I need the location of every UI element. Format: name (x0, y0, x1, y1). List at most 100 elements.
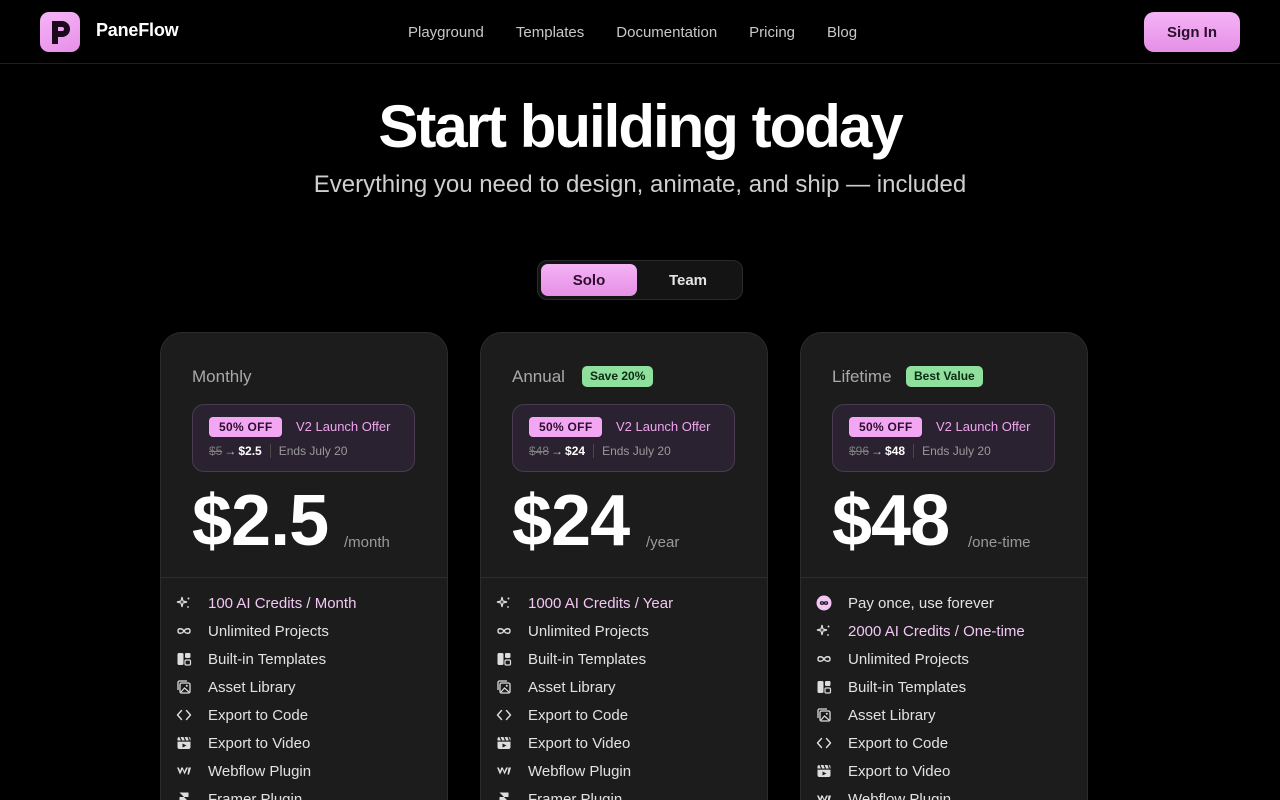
price-period: /year (646, 534, 680, 551)
launch-offer-box: 50% OFF V2 Launch Offer $96 → $48 Ends J… (832, 404, 1055, 472)
feature-item: 100 AI Credits / Month (161, 589, 447, 617)
feature-text: Export to Video (848, 762, 951, 780)
nav-link-playground[interactable]: Playground (392, 24, 500, 41)
feature-text: 2000 AI Credits / One-time (848, 622, 1025, 640)
discount-pill: 50% OFF (529, 417, 603, 437)
pricing-card-annual[interactable]: Annual Save 20% 50% OFF V2 Launch Offer … (480, 332, 768, 800)
new-price: $2.5 (238, 444, 262, 458)
clapperboard-icon (816, 763, 832, 779)
code-icon (496, 707, 512, 723)
plan-type-toggle: Solo Team (537, 260, 743, 300)
feature-text: Webflow Plugin (848, 790, 952, 800)
paneflow-logo-icon[interactable] (40, 12, 80, 52)
nav-link-templates[interactable]: Templates (500, 24, 600, 41)
offer-label: V2 Launch Offer (936, 419, 1031, 434)
feature-text: Export to Code (528, 706, 629, 724)
feature-item: Webflow Plugin (161, 757, 447, 785)
page-title: Start building today (378, 93, 903, 160)
arrow-right-icon: → (224, 444, 237, 458)
templates-icon (176, 651, 192, 667)
image-stack-icon (496, 679, 512, 695)
top-navigation-bar: PaneFlow Playground Templates Documentat… (0, 0, 1280, 64)
old-price: $5 (209, 444, 223, 458)
feature-text: Built-in Templates (208, 650, 327, 668)
feature-text: Unlimited Projects (208, 622, 329, 640)
feature-text: Export to Code (848, 734, 949, 752)
feature-text: Asset Library (528, 678, 616, 696)
feature-text: Webflow Plugin (528, 762, 632, 780)
feature-item: Webflow Plugin (481, 757, 767, 785)
feature-item: Export to Code (801, 729, 1087, 757)
feature-item: Built-in Templates (481, 645, 767, 673)
templates-icon (816, 679, 832, 695)
nav-link-documentation[interactable]: Documentation (600, 24, 733, 41)
plan-badge: Best Value (906, 366, 983, 387)
brand-name[interactable]: PaneFlow (96, 20, 179, 41)
infinity-icon (176, 623, 192, 639)
framer-icon (496, 791, 512, 800)
sign-in-button[interactable]: Sign In (1144, 12, 1240, 52)
feature-item: Built-in Templates (801, 673, 1087, 701)
feature-item: Pay once, use forever (801, 589, 1087, 617)
framer-icon (176, 791, 192, 800)
feature-item: Export to Video (481, 729, 767, 757)
separator (269, 444, 271, 458)
divider (801, 577, 1087, 578)
webflow-icon (816, 791, 832, 800)
feature-item: 1000 AI Credits / Year (481, 589, 767, 617)
sparkle-icon (816, 623, 832, 639)
offer-label: V2 Launch Offer (296, 419, 391, 434)
code-icon (816, 735, 832, 751)
feature-item: Export to Code (481, 701, 767, 729)
nav-link-pricing[interactable]: Pricing (733, 24, 811, 41)
image-stack-icon (816, 707, 832, 723)
price-period: /one-time (968, 534, 1031, 551)
feature-text: Unlimited Projects (848, 650, 969, 668)
code-icon (176, 707, 192, 723)
feature-item: Export to Video (801, 757, 1087, 785)
offer-end-date: Ends July 20 (922, 444, 991, 458)
feature-item: Export to Code (161, 701, 447, 729)
toggle-team-button[interactable]: Team (640, 264, 736, 296)
plan-price: $24 (512, 481, 630, 561)
templates-icon (496, 651, 512, 667)
feature-text: Framer Plugin (528, 790, 623, 800)
feature-text: Export to Code (208, 706, 309, 724)
feature-text: Export to Video (528, 734, 631, 752)
feature-item: Asset Library (801, 701, 1087, 729)
feature-text: 1000 AI Credits / Year (528, 594, 674, 612)
clapperboard-icon (496, 735, 512, 751)
price-period: /month (344, 534, 390, 551)
pricing-card-lifetime[interactable]: Lifetime Best Value 50% OFF V2 Launch Of… (800, 332, 1088, 800)
feature-text: Asset Library (208, 678, 296, 696)
nav-link-blog[interactable]: Blog (811, 24, 873, 41)
page-subtitle: Everything you need to design, animate, … (313, 171, 967, 198)
feature-text: Built-in Templates (848, 678, 967, 696)
arrow-right-icon: → (871, 444, 884, 458)
feature-list: 100 AI Credits / Month Unlimited Project… (161, 589, 447, 800)
feature-item: Framer Plugin (481, 785, 767, 800)
feature-list: 1000 AI Credits / Year Unlimited Project… (481, 589, 767, 800)
sparkle-icon (496, 595, 512, 611)
feature-text: Unlimited Projects (528, 622, 649, 640)
pricing-card-monthly[interactable]: Monthly 50% OFF V2 Launch Offer $5 → $2.… (160, 332, 448, 800)
separator (913, 444, 915, 458)
plan-price: $2.5 (192, 481, 329, 561)
offer-end-date: Ends July 20 (602, 444, 671, 458)
arrow-right-icon: → (551, 444, 564, 458)
divider (161, 577, 447, 578)
feature-text: Framer Plugin (208, 790, 303, 800)
offer-end-date: Ends July 20 (278, 444, 348, 458)
feature-item: Built-in Templates (161, 645, 447, 673)
toggle-solo-button[interactable]: Solo (541, 264, 637, 296)
launch-offer-box: 50% OFF V2 Launch Offer $48 → $24 Ends J… (512, 404, 735, 472)
feature-item: Asset Library (161, 673, 447, 701)
divider (481, 577, 767, 578)
new-price: $48 (885, 444, 906, 458)
sparkle-icon (176, 595, 192, 611)
feature-item: Framer Plugin (161, 785, 447, 800)
webflow-icon (176, 763, 192, 779)
feature-list: Pay once, use forever 2000 AI Credits / … (801, 589, 1087, 800)
main-nav: Playground Templates Documentation Prici… (392, 0, 873, 64)
offer-price-line: $5 → $2.5 Ends July 20 (209, 444, 347, 458)
